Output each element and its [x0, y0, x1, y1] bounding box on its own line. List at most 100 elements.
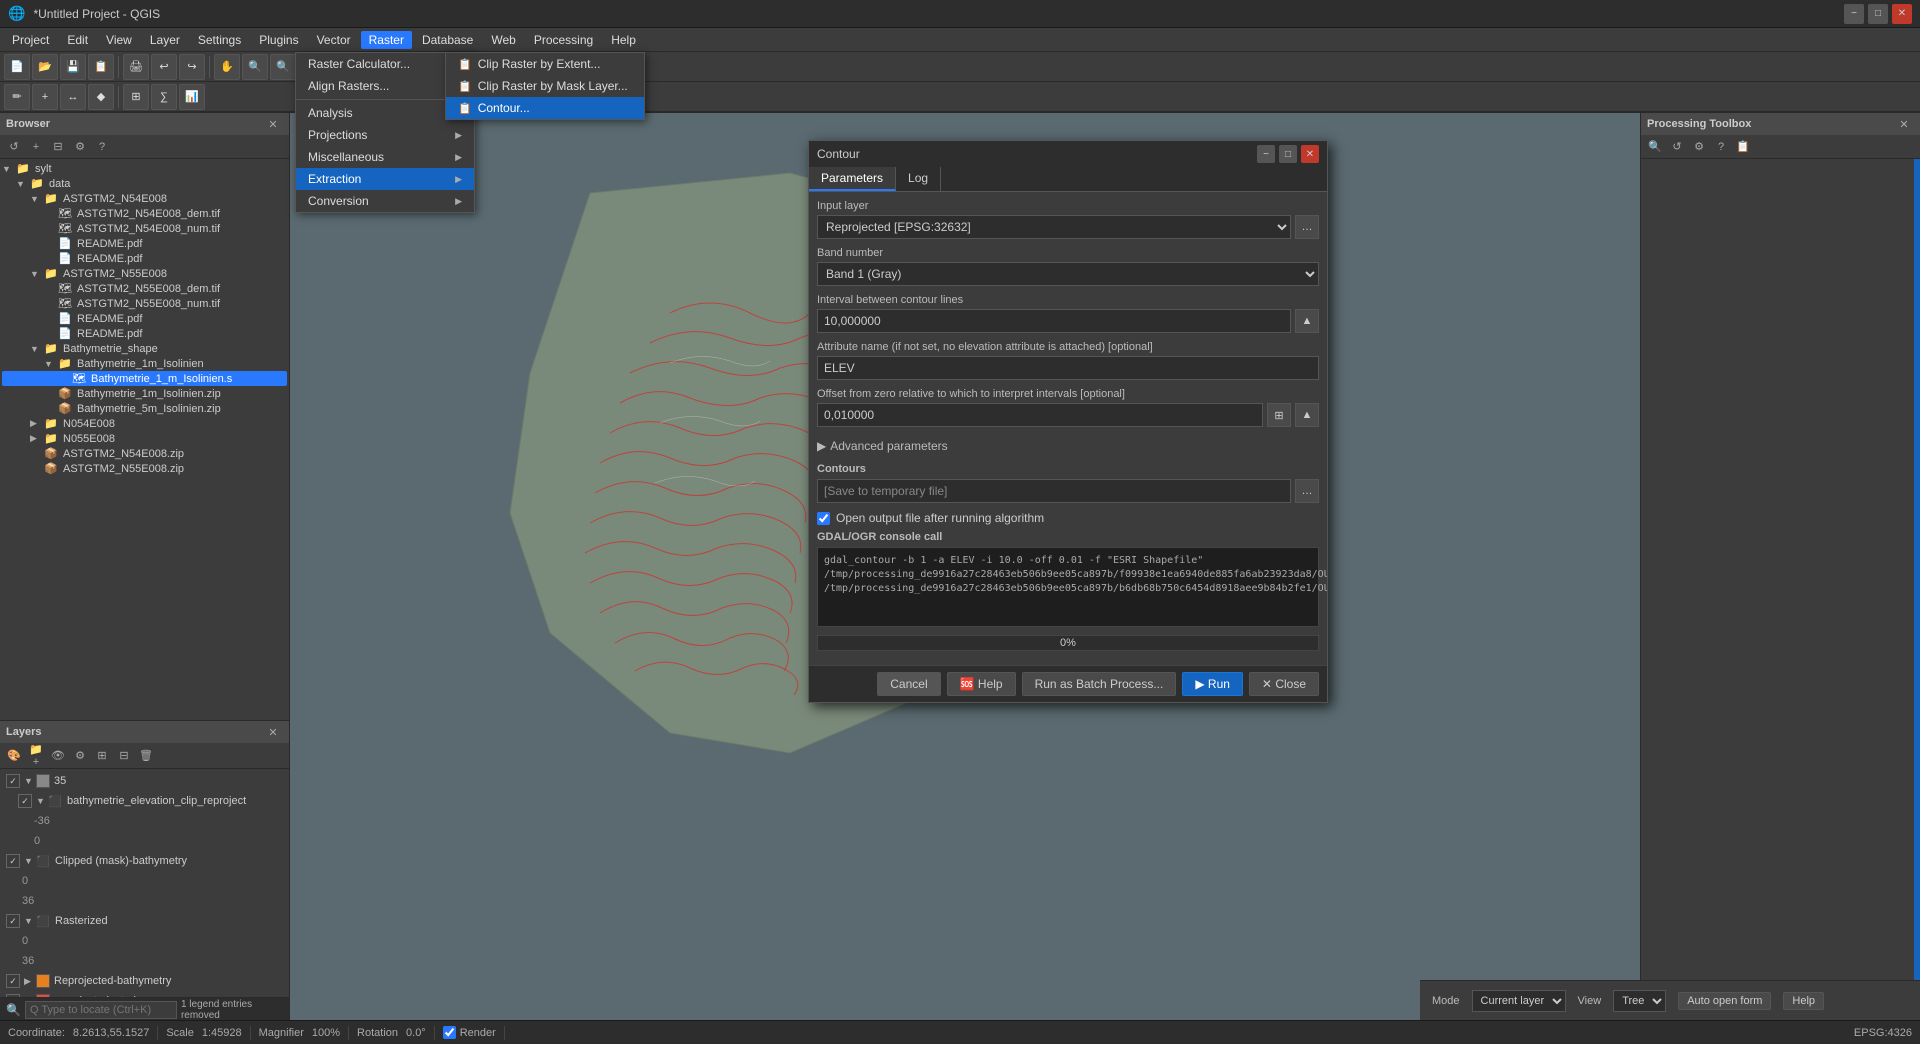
- browser-item-readme1a[interactable]: ▶ 📄 README.pdf: [2, 236, 287, 251]
- attribute-table-btn[interactable]: ⊞: [123, 84, 149, 110]
- processing-toolbox-close-btn[interactable]: ✕: [1894, 114, 1914, 134]
- browser-filter-btn[interactable]: ⚙: [70, 137, 90, 157]
- remove-layer-btn[interactable]: 🗑: [136, 746, 156, 766]
- browser-close-btn[interactable]: ✕: [263, 114, 283, 134]
- menu-view[interactable]: View: [98, 31, 140, 49]
- layer-search-input[interactable]: [25, 1001, 177, 1019]
- interval-input[interactable]: [817, 309, 1291, 333]
- layer-item-reprojected-bath[interactable]: ✓ ▶ Reprojected-bathymetry: [2, 971, 287, 991]
- browser-item-bath-shp[interactable]: ▶ 🗺 Bathymetrie_1_m_Isolinien.s: [2, 371, 287, 386]
- mode-select[interactable]: Current layer: [1472, 990, 1566, 1012]
- layer-expand-bath[interactable]: ▼: [36, 796, 48, 806]
- browser-help-btn[interactable]: ?: [92, 137, 112, 157]
- move-feature-btn[interactable]: ↔: [60, 84, 86, 110]
- layer-check-reprojected-bath[interactable]: ✓: [6, 974, 20, 988]
- zoom-in-btn[interactable]: 🔍: [242, 54, 268, 80]
- layer-check-clipped[interactable]: ✓: [6, 854, 20, 868]
- browser-item-readme2a[interactable]: ▶ 📄 README.pdf: [2, 311, 287, 326]
- submenu-clip-mask[interactable]: 📋 Clip Raster by Mask Layer...: [446, 75, 644, 97]
- menu-edit[interactable]: Edit: [59, 31, 96, 49]
- dialog-close-btn[interactable]: ✕: [1301, 145, 1319, 163]
- run-btn[interactable]: ▶ Run: [1182, 672, 1243, 696]
- undo-btn[interactable]: ↩: [151, 54, 177, 80]
- bottom-help-btn[interactable]: Help: [1783, 992, 1824, 1010]
- maximize-button[interactable]: □: [1868, 4, 1888, 24]
- menu-project[interactable]: Project: [4, 31, 57, 49]
- save-project-btn[interactable]: 💾: [60, 54, 86, 80]
- minimize-button[interactable]: −: [1844, 4, 1864, 24]
- menu-help[interactable]: Help: [603, 31, 644, 49]
- layer-item-clipped[interactable]: ✓ ▼ ⬛ Clipped (mask)-bathymetry: [2, 851, 287, 871]
- layer-check-bath-elev[interactable]: ✓: [18, 794, 32, 808]
- new-project-btn[interactable]: 📄: [4, 54, 30, 80]
- layer-expand-rasterized[interactable]: ▼: [24, 916, 36, 926]
- layer-expand-35[interactable]: ▼: [24, 776, 36, 786]
- browser-item-num2[interactable]: ▶ 🗺 ASTGTM2_N55E008_num.tif: [2, 296, 287, 311]
- browser-item-dem2[interactable]: ▶ 🗺 ASTGTM2_N55E008_dem.tif: [2, 281, 287, 296]
- cancel-btn[interactable]: Cancel: [877, 672, 940, 696]
- dialog-minimize-btn[interactable]: −: [1257, 145, 1275, 163]
- browser-refresh-btn[interactable]: ↺: [4, 137, 24, 157]
- statistics-btn[interactable]: 📊: [179, 84, 205, 110]
- view-select[interactable]: Tree: [1613, 990, 1666, 1012]
- processing-results-btn[interactable]: 📋: [1733, 137, 1753, 157]
- browser-item-n054e008[interactable]: ▶ 📁 N054E008: [2, 416, 287, 431]
- open-output-checkbox[interactable]: [817, 512, 830, 525]
- help-btn[interactable]: 🆘 Help: [947, 672, 1016, 696]
- dialog-tab-parameters[interactable]: Parameters: [809, 167, 896, 191]
- layer-item-35[interactable]: ✓ ▼ 35: [2, 771, 287, 791]
- menu-web[interactable]: Web: [483, 31, 523, 49]
- digitize-btn[interactable]: ✏: [4, 84, 30, 110]
- browser-item-readme1b[interactable]: ▶ 📄 README.pdf: [2, 251, 287, 266]
- contours-browse-btn[interactable]: …: [1295, 479, 1319, 503]
- offset-input[interactable]: [817, 403, 1263, 427]
- band-select[interactable]: Band 1 (Gray): [817, 262, 1319, 286]
- layer-expand-clipped[interactable]: ▼: [24, 856, 36, 866]
- menu-layer[interactable]: Layer: [142, 31, 188, 49]
- offset-up-btn[interactable]: ▲: [1295, 403, 1319, 427]
- manage-map-themes-btn[interactable]: 👁: [48, 746, 68, 766]
- add-group-btn[interactable]: 📁+: [26, 746, 46, 766]
- save-as-btn[interactable]: 📋: [88, 54, 114, 80]
- browser-item-bath-1m[interactable]: ▼ 📁 Bathymetrie_1m_Isolinien: [2, 356, 287, 371]
- node-tool-btn[interactable]: ◆: [88, 84, 114, 110]
- menu-database[interactable]: Database: [414, 31, 481, 49]
- dropdown-conversion[interactable]: Conversion ▶: [296, 190, 474, 212]
- filter-layers-btn[interactable]: ⚙: [70, 746, 90, 766]
- dialog-tab-log[interactable]: Log: [896, 167, 941, 191]
- close-button[interactable]: ✕: [1892, 4, 1912, 24]
- browser-item-bath-5m-zip[interactable]: ▶ 📦 Bathymetrie_5m_Isolinien.zip: [2, 401, 287, 416]
- layers-close-btn[interactable]: ✕: [263, 722, 283, 742]
- browser-item-n055e008[interactable]: ▶ 📁 N055E008: [2, 431, 287, 446]
- contours-input[interactable]: [817, 479, 1291, 503]
- layer-check-35[interactable]: ✓: [6, 774, 20, 788]
- expand-all-btn[interactable]: ⊞: [92, 746, 112, 766]
- menu-plugins[interactable]: Plugins: [251, 31, 306, 49]
- dropdown-miscellaneous[interactable]: Miscellaneous ▶: [296, 146, 474, 168]
- zoom-out-btn[interactable]: 🔍: [270, 54, 296, 80]
- browser-item-astgtm2-n54-zip[interactable]: ▶ 📦 ASTGTM2_N54E008.zip: [2, 446, 287, 461]
- submenu-clip-extent[interactable]: 📋 Clip Raster by Extent...: [446, 53, 644, 75]
- input-layer-browse-btn[interactable]: …: [1295, 215, 1319, 239]
- collapse-all-btn[interactable]: ⊟: [114, 746, 134, 766]
- browser-item-bathymetrie-shape[interactable]: ▼ 📁 Bathymetrie_shape: [2, 341, 287, 356]
- attribute-input[interactable]: [817, 356, 1319, 380]
- layer-item-bath-elev[interactable]: ✓ ▼ ⬛ bathymetrie_elevation_clip_reproje…: [2, 791, 287, 811]
- menu-settings[interactable]: Settings: [190, 31, 249, 49]
- browser-item-astgtm2-n55-zip[interactable]: ▶ 📦 ASTGTM2_N55E008.zip: [2, 461, 287, 476]
- advanced-params-header[interactable]: ▶ Advanced parameters: [817, 435, 1319, 457]
- browser-item-sylt[interactable]: ▼ 📁 sylt: [2, 161, 287, 176]
- browser-item-readme2b[interactable]: ▶ 📄 README.pdf: [2, 326, 287, 341]
- browser-item-astgtm2-n54e008[interactable]: ▼ 📁 ASTGTM2_N54E008: [2, 191, 287, 206]
- print-btn[interactable]: 🖨: [123, 54, 149, 80]
- pan-btn[interactable]: ✋: [214, 54, 240, 80]
- layer-check-rasterized[interactable]: ✓: [6, 914, 20, 928]
- browser-item-num1[interactable]: ▶ 🗺 ASTGTM2_N54E008_num.tif: [2, 221, 287, 236]
- open-project-btn[interactable]: 📂: [32, 54, 58, 80]
- input-layer-select[interactable]: Reprojected [EPSG:32632]: [817, 215, 1291, 239]
- field-calculator-btn[interactable]: ∑: [151, 84, 177, 110]
- render-checkbox[interactable]: [443, 1026, 456, 1039]
- redo-btn[interactable]: ↪: [179, 54, 205, 80]
- browser-item-data[interactable]: ▼ 📁 data: [2, 176, 287, 191]
- browser-item-dem1[interactable]: ▶ 🗺 ASTGTM2_N54E008_dem.tif: [2, 206, 287, 221]
